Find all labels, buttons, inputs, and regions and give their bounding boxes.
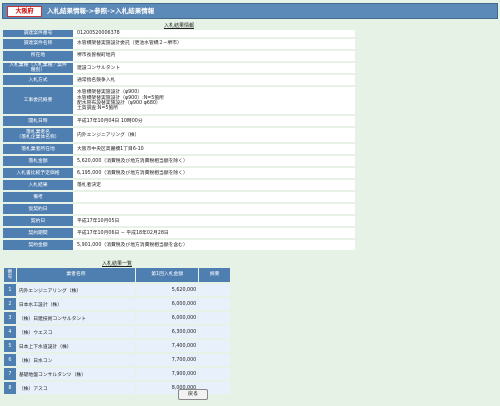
info-label: 落札業者所在地: [3, 144, 73, 155]
bid-amount: 7,700,000: [136, 354, 199, 366]
info-label: 仮契約日: [3, 204, 73, 215]
row-note: [199, 354, 230, 366]
table-row: 1 内外エンジニアリング（株） 5,620,000: [4, 284, 230, 296]
bid-amount: 7,400,000: [136, 340, 199, 352]
bidder-name: （株）ウエスコ: [16, 326, 136, 338]
info-table: 調達案件番号 01200520006378 調達案件名称 水管橋架替実施設計委託（更池…: [3, 28, 355, 252]
info-label: 入札結果: [3, 180, 73, 191]
page-header: 大阪府 入札結果情報->参照->入札結果情報: [2, 3, 498, 19]
bid-amount: 7,900,000: [136, 368, 199, 380]
info-row: 契約日 平成17年10月05日: [3, 216, 355, 227]
row-number: 5: [4, 340, 16, 352]
info-label: 調達案件番号: [3, 30, 73, 37]
info-row: 仮契約日: [3, 204, 355, 215]
table-row: 2 日本水工設計（株） 6,000,000: [4, 298, 230, 310]
info-value: 堺市長曽根町地内: [73, 51, 355, 61]
result-header-row: 番号 業者名称 第1回入札金額 摘要: [4, 268, 230, 282]
info-row: 工事委託概要 水管橋架替実施設計（φ900） 水管橋架替実施設計（φ900）:N=…: [3, 87, 355, 115]
info-label: 開札日時: [3, 116, 73, 127]
row-number: 1: [4, 284, 16, 296]
back-button[interactable]: 戻る: [178, 389, 208, 400]
info-label: 契約期間: [3, 228, 73, 239]
info-value: [73, 204, 355, 215]
info-row: 落札金額 5,620,000（消費税及び地方消費税相当額を除く）: [3, 156, 355, 167]
info-label: 工事委託概要: [3, 87, 73, 115]
table-row: 5 日本上下水道設計（株） 7,400,000: [4, 340, 230, 352]
info-label: 落札業者名 （落札企業体名称）: [3, 128, 73, 143]
info-value: 平成17年10月06日 − 平成18年02月28日: [73, 228, 355, 239]
row-number: 4: [4, 326, 16, 338]
info-label: 入札業種（入札業種／案件種別）: [3, 63, 73, 74]
row-number: 6: [4, 354, 16, 366]
info-row: 入札書比較予定価格 6,195,000（消費税及び地方消費税相当額を除く）: [3, 168, 355, 179]
info-value: [73, 192, 355, 203]
table-row: 6 （株）日水コン 7,700,000: [4, 354, 230, 366]
page-title: 入札結果情報->参照->入札結果情報: [47, 7, 155, 15]
bidder-name: （株）日建技術コンサルタント: [16, 312, 136, 324]
org-badge: 大阪府: [7, 6, 42, 17]
row-note: [199, 368, 230, 380]
info-value: 5,620,000（消費税及び地方消費税相当額を除く）: [73, 156, 355, 167]
info-label: 落札金額: [3, 156, 73, 167]
col-note: 摘要: [199, 268, 230, 282]
info-label: 入札方式: [3, 75, 73, 86]
row-note: [199, 312, 230, 324]
col-name: 業者名称: [16, 268, 136, 282]
row-number: 2: [4, 298, 16, 310]
info-label: 契約金額: [3, 240, 73, 251]
info-row: 契約金額 5,901,000（消費税及び地方消費税相当額を含む）: [3, 240, 355, 251]
info-row: 入札結果 落札者決定: [3, 180, 355, 191]
info-label: 所在地: [3, 51, 73, 61]
row-number: 8: [4, 382, 16, 394]
info-value: 水管橋架替実施設計（φ900） 水管橋架替実施設計（φ900）:N=5箇所 配水…: [73, 87, 355, 115]
info-value: 通常指名競争入札: [73, 75, 355, 86]
table-row: 7 基礎地盤コンサルタンツ（株） 7,900,000: [4, 368, 230, 380]
bid-amount: 6,000,000: [136, 298, 199, 310]
info-label: 契約日: [3, 216, 73, 227]
info-value: 落札者決定: [73, 180, 355, 191]
result-table: 番号 業者名称 第1回入札金額 摘要 1 内外エンジニアリング（株） 5,620,0…: [3, 266, 231, 396]
info-value: 01200520006378: [73, 30, 355, 37]
bidder-name: （株）アスコ: [16, 382, 136, 394]
info-label: 入札書比較予定価格: [3, 168, 73, 179]
bidder-name: 内外エンジニアリング（株）: [16, 284, 136, 296]
table-row: 3 （株）日建技術コンサルタント 6,000,000: [4, 312, 230, 324]
info-row: 落札業者所在地 大阪市中央区高麗橋1丁目6-10: [3, 144, 355, 155]
bid-amount: 6,300,000: [136, 326, 199, 338]
info-row: 入札方式 通常指名競争入札: [3, 75, 355, 86]
bidder-name: 日本上下水道設計（株）: [16, 340, 136, 352]
info-value: 平成17年10月04日 10時00分: [73, 116, 355, 127]
info-value: 5,901,000（消費税及び地方消費税相当額を含む）: [73, 240, 355, 251]
bid-amount: 6,000,000: [136, 312, 199, 324]
row-note: [199, 298, 230, 310]
bidder-name: 基礎地盤コンサルタンツ（株）: [16, 368, 136, 380]
info-row: 所在地 堺市長曽根町地内: [3, 51, 355, 61]
info-value: 大阪市中央区高麗橋1丁目6-10: [73, 144, 355, 155]
row-note: [199, 284, 230, 296]
col-no: 番号: [4, 268, 16, 282]
bid-amount: 5,620,000: [136, 284, 199, 296]
info-row: 備考: [3, 192, 355, 203]
info-label: 備考: [3, 192, 73, 203]
bidder-name: （株）日水コン: [16, 354, 136, 366]
row-number: 7: [4, 368, 16, 380]
info-value: 6,195,000（消費税及び地方消費税相当額を除く）: [73, 168, 355, 179]
info-value: 水管橋架替実施設計委託（更池水管橋２−堺市）: [73, 39, 355, 49]
info-value: 平成17年10月05日: [73, 216, 355, 227]
info-row: 契約期間 平成17年10月06日 − 平成18年02月28日: [3, 228, 355, 239]
info-label: 調達案件名称: [3, 39, 73, 49]
row-note: [199, 340, 230, 352]
info-row: 調達案件番号 01200520006378: [3, 30, 355, 37]
col-amount: 第1回入札金額: [136, 268, 199, 282]
info-row: 入札業種（入札業種／案件種別） 建設コンサルタント: [3, 63, 355, 74]
info-value: 内外エンジニアリング（株）: [73, 128, 355, 143]
row-note: [199, 326, 230, 338]
row-number: 3: [4, 312, 16, 324]
info-row: 開札日時 平成17年10月04日 10時00分: [3, 116, 355, 127]
bidder-name: 日本水工設計（株）: [16, 298, 136, 310]
table-row: 4 （株）ウエスコ 6,300,000: [4, 326, 230, 338]
info-value: 建設コンサルタント: [73, 63, 355, 74]
info-row: 落札業者名 （落札企業体名称） 内外エンジニアリング（株）: [3, 128, 355, 143]
info-row: 調達案件名称 水管橋架替実施設計委託（更池水管橋２−堺市）: [3, 39, 355, 49]
